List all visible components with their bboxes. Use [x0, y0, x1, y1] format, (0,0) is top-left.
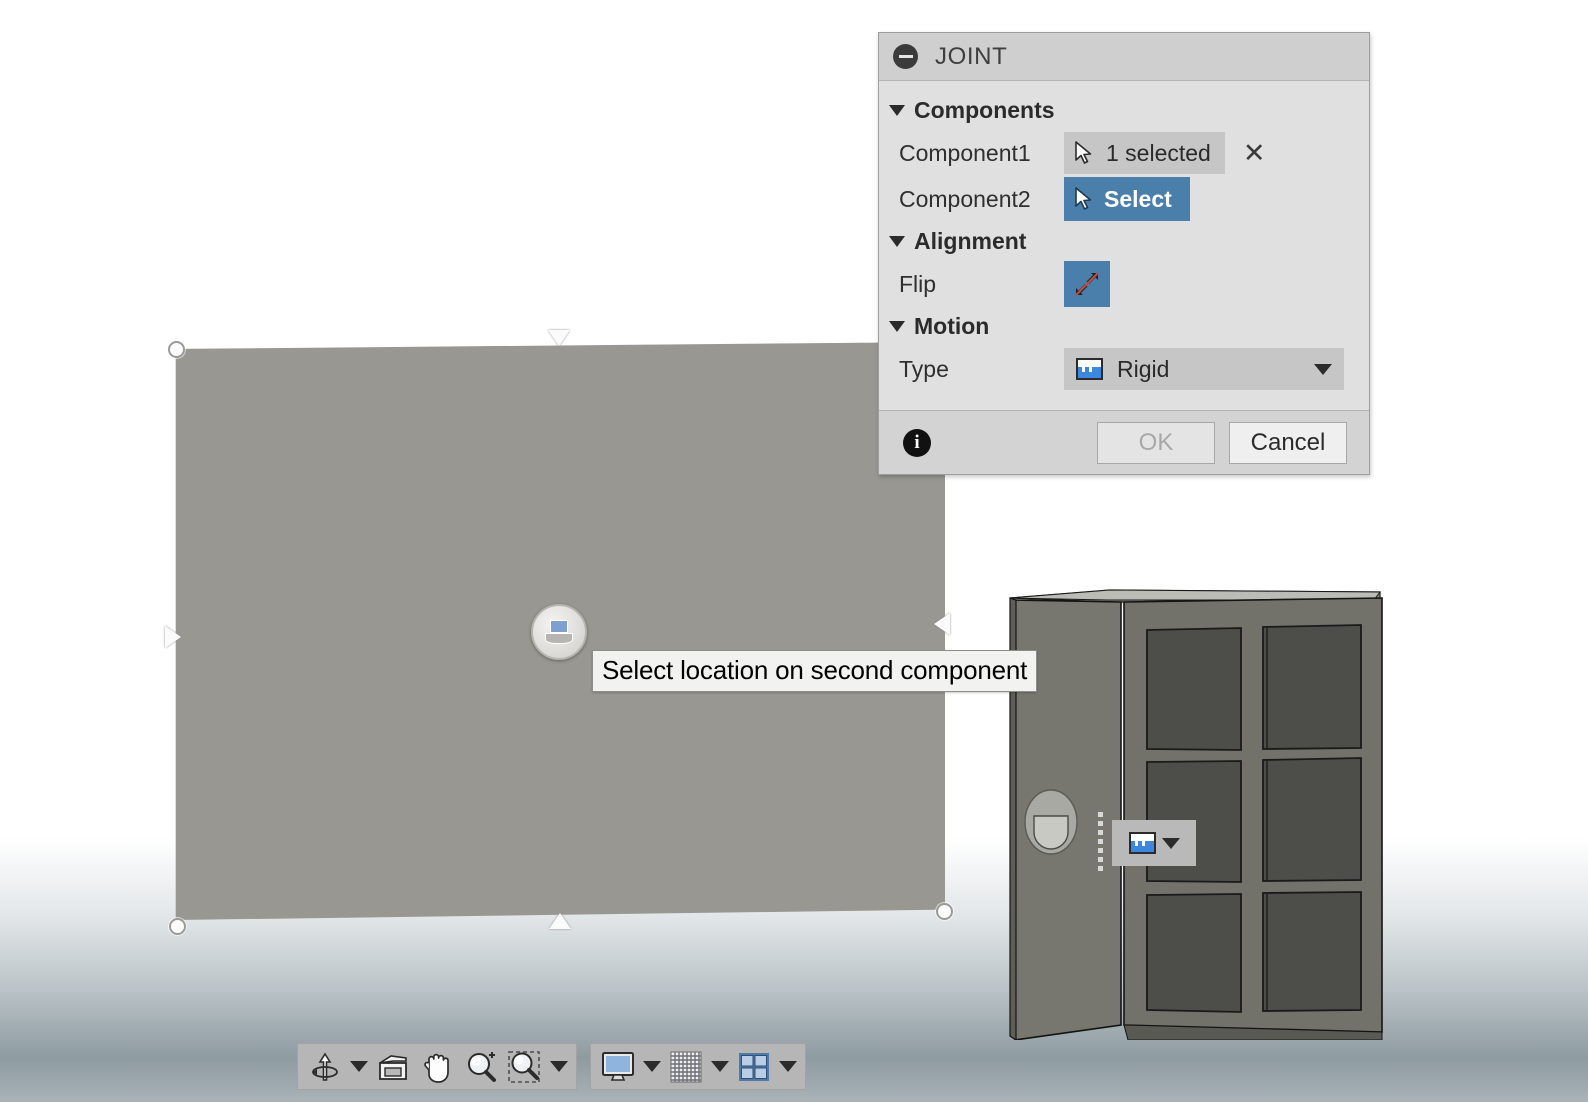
component2-select-button[interactable]: Select: [1064, 177, 1190, 221]
section-header-alignment[interactable]: Alignment: [879, 222, 1369, 261]
row-component1: Component1 1 selected ✕: [879, 130, 1369, 176]
chevron-down-icon: [350, 1061, 368, 1072]
zoom-window-icon[interactable]: [504, 1046, 546, 1088]
dialog-title: JOINT: [935, 42, 1008, 70]
toolbar-group-display: [590, 1043, 806, 1090]
flip-arrows-icon: [1075, 272, 1099, 296]
grid-dropdown-caret[interactable]: [709, 1046, 731, 1088]
display-dropdown-caret[interactable]: [641, 1046, 663, 1088]
plane-handle-bottom-left[interactable]: [169, 918, 186, 935]
section-label-motion: Motion: [914, 313, 990, 339]
joint-dialog[interactable]: JOINT Components Component1 1 selected ✕…: [878, 32, 1370, 475]
joint-origin-glyph-icon: [545, 620, 573, 644]
row-component2: Component2 Select: [879, 176, 1369, 222]
toolbar-group-navigation: [297, 1043, 577, 1090]
component1-value: 1 selected: [1106, 139, 1211, 166]
minus-circle-icon[interactable]: [893, 44, 918, 69]
zoom-in-icon[interactable]: [460, 1046, 502, 1088]
dialog-title-bar[interactable]: JOINT: [879, 33, 1369, 81]
section-header-components[interactable]: Components: [879, 91, 1369, 130]
chevron-down-icon: [1314, 363, 1332, 375]
plane-handle-right-mid[interactable]: [934, 613, 950, 635]
chevron-down-icon: [711, 1061, 729, 1072]
section-label-alignment: Alignment: [914, 228, 1027, 254]
joint-type-dropdown[interactable]: Rigid: [1064, 348, 1344, 390]
component1-selection-field[interactable]: 1 selected: [1064, 132, 1225, 174]
plane-handle-bottom-mid[interactable]: [549, 913, 571, 929]
door-handle-icon: [1024, 789, 1078, 855]
chevron-down-icon: [889, 105, 905, 116]
cursor-arrow-icon: [1075, 141, 1092, 164]
label-component2: Component2: [899, 185, 1031, 212]
section-header-motion[interactable]: Motion: [879, 307, 1369, 346]
pan-hand-icon[interactable]: [416, 1046, 458, 1088]
orbit-icon[interactable]: [304, 1046, 346, 1088]
joint-type-value: Rigid: [1117, 355, 1170, 382]
joint-origin-marker[interactable]: [531, 604, 587, 660]
chevron-down-icon: [889, 236, 905, 247]
display-settings-icon[interactable]: [597, 1046, 639, 1088]
grid-snap-icon[interactable]: [665, 1046, 707, 1088]
zoom-dropdown-caret[interactable]: [548, 1046, 570, 1088]
chevron-down-icon: [779, 1061, 797, 1072]
clear-component1-button[interactable]: ✕: [1243, 140, 1266, 167]
component2-value: Select: [1104, 185, 1172, 212]
cursor-arrow-icon: [1075, 187, 1092, 210]
flip-button[interactable]: [1064, 261, 1110, 307]
info-icon[interactable]: i: [903, 428, 931, 457]
dialog-footer: i OK Cancel: [879, 410, 1369, 474]
plane-handle-top-mid[interactable]: [548, 330, 570, 346]
inline-joint-type-combo[interactable]: [1112, 820, 1196, 866]
rigid-joint-icon: [1076, 358, 1103, 380]
plane-handle-bottom-right[interactable]: [936, 903, 953, 920]
selection-tooltip: Select location on second component: [592, 650, 1038, 692]
chevron-down-icon: [889, 321, 905, 332]
label-flip: Flip: [899, 270, 937, 297]
cabinet-model[interactable]: [990, 570, 1390, 1040]
row-type: Type Rigid: [879, 346, 1369, 392]
chevron-down-icon: [643, 1061, 661, 1072]
section-label-components: Components: [914, 97, 1055, 123]
ok-button[interactable]: OK: [1097, 421, 1215, 464]
dialog-body: Components Component1 1 selected ✕ Compo…: [879, 81, 1369, 410]
rigid-joint-icon: [1128, 832, 1156, 854]
chevron-down-icon[interactable]: [1161, 837, 1180, 849]
viewports-dropdown-caret[interactable]: [777, 1046, 799, 1088]
label-type: Type: [899, 355, 949, 382]
edge-snap-dots: [1098, 812, 1103, 871]
chevron-down-icon: [550, 1061, 568, 1072]
viewports-icon[interactable]: [733, 1046, 775, 1088]
navigation-toolbar: [297, 1043, 806, 1090]
look-at-icon[interactable]: [372, 1046, 414, 1088]
label-component1: Component1: [899, 139, 1031, 166]
cancel-button[interactable]: Cancel: [1229, 421, 1347, 464]
plane-handle-top-left[interactable]: [168, 341, 185, 358]
orbit-dropdown-caret[interactable]: [348, 1046, 370, 1088]
plane-handle-left-mid[interactable]: [165, 626, 181, 648]
row-flip: Flip: [879, 261, 1369, 307]
